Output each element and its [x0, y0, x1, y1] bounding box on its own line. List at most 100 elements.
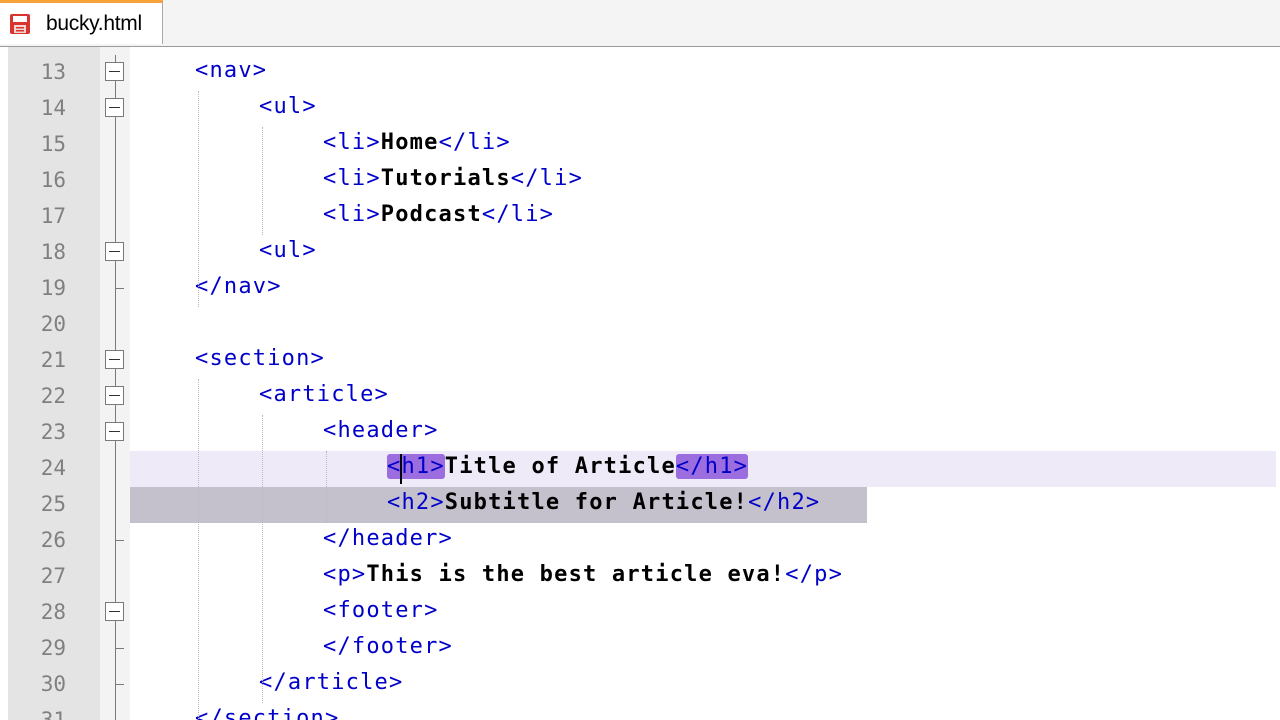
code-text: <li>Podcast</li>	[323, 202, 554, 227]
fold-line	[115, 451, 116, 487]
fold-end-marker	[115, 703, 116, 720]
line-number: 22	[40, 384, 66, 408]
html-tag-token: <article>	[259, 382, 390, 407]
html-tag-token: </article>	[259, 670, 404, 695]
code-text: <footer>	[323, 598, 439, 623]
fold-collapse-icon[interactable]	[105, 602, 124, 621]
line-number: 30	[40, 672, 66, 696]
fold-end-marker	[115, 667, 124, 703]
line-number: 27	[40, 564, 66, 588]
code-line[interactable]: 22 <article>	[0, 379, 1280, 415]
fold-line	[115, 307, 116, 343]
fold-line	[115, 199, 116, 235]
code-line[interactable]: 21 <section>	[0, 343, 1280, 379]
code-text: <section>	[195, 346, 325, 371]
code-text: <ul>	[259, 94, 317, 119]
fold-collapse-icon[interactable]	[105, 98, 124, 117]
indent-guide	[262, 127, 263, 235]
file-tab-bucky-html[interactable]: bucky.html	[0, 0, 163, 44]
save-disk-icon	[10, 14, 30, 34]
html-tag-token: <li>	[323, 202, 381, 227]
code-line[interactable]: 26 </header>	[0, 523, 1280, 559]
fold-end-marker	[115, 271, 124, 307]
text-cursor	[400, 454, 402, 484]
code-text: <ul>	[259, 238, 317, 263]
html-tag-token: </p>	[785, 562, 844, 587]
code-line[interactable]: 13 <nav>	[0, 55, 1280, 91]
line-number: 28	[40, 600, 66, 624]
code-line[interactable]: 30 </article>	[0, 667, 1280, 703]
fold-collapse-icon[interactable]	[105, 242, 124, 261]
code-text: </section>	[195, 706, 339, 720]
html-tag-token: </li>	[438, 130, 511, 155]
code-line[interactable]: 25 <h2>Subtitle for Article!</h2>	[0, 487, 1280, 523]
html-tag-token: <h2>	[387, 490, 445, 515]
fold-collapse-icon[interactable]	[105, 350, 124, 369]
code-text: </article>	[259, 670, 403, 695]
code-line[interactable]: 18 <ul>	[0, 235, 1280, 271]
line-number: 13	[40, 60, 66, 84]
code-text: <header>	[323, 418, 439, 443]
fold-end-marker	[115, 631, 124, 667]
code-line[interactable]: 28 <footer>	[0, 595, 1280, 631]
tab-bar: bucky.html	[0, 0, 1280, 47]
code-line[interactable]: 27 <p>This is the best article eva!</p>	[0, 559, 1280, 595]
html-tag-token: <li>	[323, 166, 381, 191]
fold-line	[115, 127, 116, 163]
html-tag-token: </footer>	[323, 634, 454, 659]
line-number: 26	[40, 528, 66, 552]
code-line[interactable]: 23 <header>	[0, 415, 1280, 451]
line-number: 16	[40, 168, 66, 192]
code-text: <nav>	[195, 58, 267, 83]
code-line[interactable]: 19 </nav>	[0, 271, 1280, 307]
html-tag-token: <ul>	[259, 238, 317, 263]
line-number: 15	[40, 132, 66, 156]
text-token: Title of Article	[444, 454, 676, 479]
code-line[interactable]: 16 <li>Tutorials</li>	[0, 163, 1280, 199]
fold-line	[115, 487, 116, 523]
html-tag-token: <li>	[323, 130, 381, 155]
code-line[interactable]: 15 <li>Home</li>	[0, 127, 1280, 163]
line-number: 14	[40, 96, 66, 120]
html-tag-token: <section>	[195, 346, 326, 371]
line-number: 24	[40, 456, 66, 480]
line-number: 23	[40, 420, 66, 444]
code-line[interactable]: 29 </footer>	[0, 631, 1280, 667]
html-tag-token: <header>	[323, 418, 439, 443]
line-number: 29	[40, 636, 66, 660]
fold-collapse-icon[interactable]	[105, 422, 124, 441]
line-number: 25	[40, 492, 66, 516]
html-tag-token: </header>	[323, 526, 454, 551]
line-number: 21	[40, 348, 66, 372]
html-tag-token: <footer>	[323, 598, 439, 623]
html-tag-token: </section>	[195, 706, 340, 720]
code-text: </header>	[323, 526, 453, 551]
code-line[interactable]: 14 <ul>	[0, 91, 1280, 127]
indent-guide	[262, 415, 263, 703]
html-tag-token: </li>	[510, 166, 584, 191]
indent-guide	[198, 379, 199, 720]
code-text: <li>Tutorials</li>	[323, 166, 583, 191]
html-tag-token: </nav>	[195, 274, 282, 299]
fold-collapse-icon[interactable]	[105, 386, 124, 405]
fold-line	[115, 163, 116, 199]
html-tag-token: <nav>	[195, 58, 268, 83]
code-text: </footer>	[323, 634, 453, 659]
fold-end-marker	[115, 523, 124, 559]
code-line[interactable]: 17 <li>Podcast</li>	[0, 199, 1280, 235]
line-number: 18	[40, 240, 66, 264]
fold-line	[115, 559, 116, 595]
line-number: 20	[40, 312, 66, 336]
text-token: Subtitle for Article!	[444, 490, 749, 515]
code-editor[interactable]: 13 <nav> 14 <ul> 15 <li>Home</li> 16 <li>Tutori…	[0, 47, 1280, 720]
code-line[interactable]: 24 <h1>Title of Article</h1>	[0, 451, 1280, 487]
html-tag-token: <ul>	[259, 94, 317, 119]
code-line[interactable]: 31 </section>	[0, 703, 1280, 720]
text-token: Podcast	[380, 202, 482, 227]
indent-guide	[198, 91, 199, 307]
code-text: <article>	[259, 382, 389, 407]
fold-collapse-icon[interactable]	[105, 62, 124, 81]
indent-guide	[326, 451, 327, 523]
tab-label: bucky.html	[46, 12, 142, 35]
code-line[interactable]: 20	[0, 307, 1280, 343]
